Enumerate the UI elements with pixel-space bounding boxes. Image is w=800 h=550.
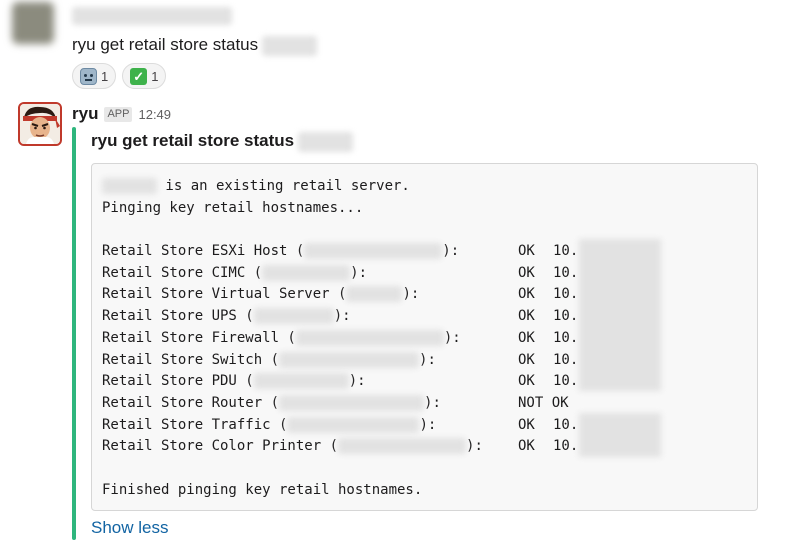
check-icon: ✓ [130,67,148,85]
avatar[interactable] [12,2,54,44]
redacted-ip-block [579,239,661,391]
status-text: OK [518,264,535,281]
ip-text: 10. [553,286,579,303]
status-text: OK [518,373,535,390]
redacted-text [279,351,420,368]
code-line: Pinging key retail hostnames... [102,199,364,216]
ip-text: 10. [553,416,579,433]
code-line: is an existing retail server. [102,176,747,198]
reactions: 1 ✓ 1 [72,63,167,89]
code-block: is an existing retail server. Pinging ke… [91,163,758,511]
attachment-title: ryu get retail store status [91,131,354,152]
host-row-router: Retail Store Router (): NOT OK [102,393,747,415]
status-text: OK [518,438,535,455]
redacted-text [346,286,403,303]
reaction-count: 1 [101,68,109,84]
redacted-text [295,329,444,346]
ip-text: 10. [553,329,579,346]
redacted-text [298,131,354,152]
status-text: NOT OK [518,394,569,411]
message-header: ryu APP 12:49 [72,104,171,124]
app-badge: APP [104,106,133,122]
show-less-link[interactable]: Show less [91,518,168,538]
redacted-text [253,373,349,390]
timestamp[interactable]: 12:49 [138,107,171,122]
sender-name-redacted[interactable] [72,7,232,25]
redacted-text [279,394,425,411]
reaction-check[interactable]: ✓ 1 [122,63,167,89]
bot-avatar[interactable] [18,102,62,146]
ip-text: 10. [553,243,579,260]
status-text: OK [518,286,535,303]
ip-text: 10. [553,351,579,368]
redacted-text [304,243,443,260]
redacted-text [102,178,157,194]
reaction-robot[interactable]: 1 [72,63,117,89]
status-text: OK [518,329,535,346]
ip-text: 10. [553,264,579,281]
robot-icon [80,67,97,85]
redacted-ip-block [579,413,661,457]
reaction-count: 1 [151,68,159,84]
ryu-avatar-icon [20,104,60,144]
sender-name[interactable]: ryu [72,104,98,124]
status-text: OK [518,416,535,433]
redacted-text [287,416,420,433]
redacted-text [262,264,351,281]
redacted-text [253,308,334,325]
ip-text: 10. [553,373,579,390]
redacted-text [262,35,318,56]
attachment-color-bar [72,127,76,540]
status-text: OK [518,308,535,325]
status-text: OK [518,243,535,260]
message-text: ryu get retail store status [72,35,318,56]
ip-text: 10. [553,308,579,325]
redacted-text [338,438,467,455]
code-line: Finished pinging key retail hostnames. [102,481,423,498]
status-text: OK [518,351,535,368]
ip-text: 10. [553,438,579,455]
